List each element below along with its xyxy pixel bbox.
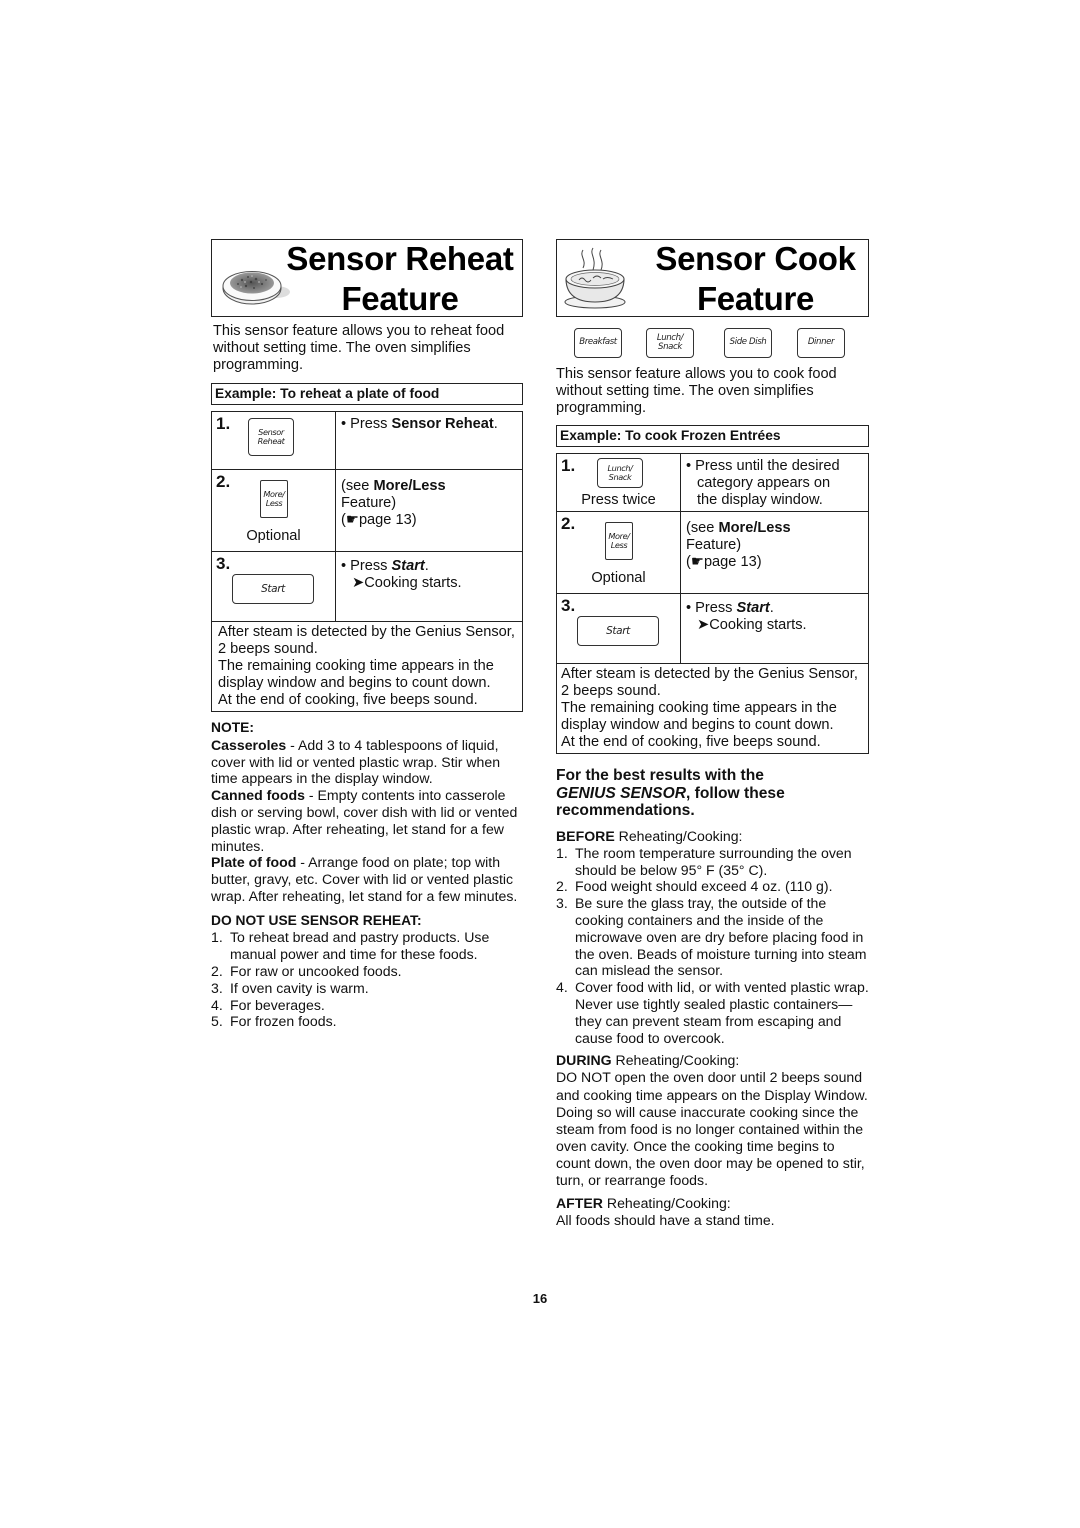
step-number: 3. xyxy=(561,596,576,616)
during-heading: DURING Reheating/Cooking: xyxy=(556,1052,740,1069)
step-number: 1. xyxy=(216,414,231,434)
lunch-snack-key[interactable]: Lunch/Snack xyxy=(597,458,643,489)
press-twice-label: Press twice xyxy=(581,492,656,509)
example-heading: Example: To reheat a plate of food xyxy=(211,383,523,406)
more-less-key[interactable]: More/Less xyxy=(260,480,288,519)
note-item: Plate of food - Arrange food on plate; t… xyxy=(211,854,518,904)
step-number: 3. xyxy=(216,554,231,574)
example-heading: Example: To cook Frozen Entrées xyxy=(556,425,869,448)
start-key[interactable]: Start xyxy=(232,574,314,605)
list-item: 1. To reheat bread and pastry products. U… xyxy=(211,929,490,963)
more-less-key[interactable]: More/Less xyxy=(605,522,633,561)
step-instruction: • Press Sensor Reheat. xyxy=(335,411,523,471)
title-line-2: Feature xyxy=(696,280,815,317)
steps-table: 1. Lunch/Snack Press twice • Press until… xyxy=(556,453,869,754)
step-number: 2. xyxy=(216,472,231,492)
during-text: DO NOT open the oven door until 2 beeps … xyxy=(556,1069,868,1189)
steaming-bowl-icon xyxy=(564,247,626,309)
step-instruction: (see More/Less Feature) (☛page 13) xyxy=(335,469,523,553)
sensor-cook-section: Sensor Cook Feature Breakfast Lunch/Snac… xyxy=(556,239,869,1229)
after-steam-row: After steam is detected by the Genius Se… xyxy=(556,663,869,754)
page-reference-link[interactable]: (☛page 13) xyxy=(341,512,518,529)
after-text: All foods should have a stand time. xyxy=(556,1212,775,1229)
note-item: Casseroles - Add 3 to 4 tablespoons of l… xyxy=(211,736,501,787)
sensor-cook-title: Sensor Cook Feature xyxy=(649,239,862,319)
list-item: 2. Food weight should exceed 4 oz. (110 g… xyxy=(556,878,833,895)
sensor-reheat-title: Sensor Reheat Feature xyxy=(284,239,516,319)
breakfast-key[interactable]: Breakfast xyxy=(574,328,622,358)
step-row-3: 3. Start • Press Start. ➤Cooking starts. xyxy=(211,551,523,623)
step-row-3: 3. Start • Press Start. ➤Cooking starts. xyxy=(556,593,869,665)
do-not-use-heading: DO NOT USE SENSOR REHEAT: xyxy=(211,912,422,928)
sensor-reheat-intro: This sensor feature allows you to reheat… xyxy=(213,323,505,373)
step-row-2: 2. More/Less Optional (see More/Less Fea… xyxy=(556,511,869,595)
list-item: 4. Cover food with lid, or with vented pl… xyxy=(556,979,869,1046)
step-instruction: • Press until the desired category appea… xyxy=(680,453,869,513)
recommendations: BEFORE Reheating/Cooking: 1. The room tem… xyxy=(556,828,869,1230)
title-line-2: Feature xyxy=(341,280,459,317)
list-item: 5. For frozen foods. xyxy=(211,1013,337,1030)
page-number: 16 xyxy=(532,1291,548,1306)
step-number: 1. xyxy=(561,456,576,476)
note-item: Canned foods - Empty contents into casse… xyxy=(211,787,518,854)
title-line-1: Sensor Reheat xyxy=(286,240,514,277)
step-instruction: • Press Start. ➤Cooking starts. xyxy=(335,551,523,623)
before-list: 1. The room temperature surrounding the o… xyxy=(556,845,869,1047)
steps-table: 1. Sensor Reheat • Press Sensor Reheat. 2… xyxy=(211,411,523,712)
lunch-snack-key[interactable]: Lunch/Snack xyxy=(646,328,694,358)
best-results-heading: For the best results with the GENIUS SEN… xyxy=(556,766,785,820)
after-steam-row: After steam is detected by the Genius Se… xyxy=(211,621,523,712)
before-heading: BEFORE Reheating/Cooking: xyxy=(556,827,743,844)
list-item: 2. For raw or uncooked foods. xyxy=(211,963,402,980)
sensor-reheat-key[interactable]: Sensor Reheat xyxy=(248,418,294,457)
step-number: 2. xyxy=(561,514,576,534)
optional-label: Optional xyxy=(246,528,301,545)
note-section: NOTE: Casseroles - Add 3 to 4 tablespoon… xyxy=(211,720,523,1030)
page-reference-link[interactable]: (☛page 13) xyxy=(686,554,864,571)
side-dish-key[interactable]: Side Dish xyxy=(724,328,772,358)
step-instruction: (see More/Less Feature) (☛page 13) xyxy=(680,511,869,595)
step-row-1: 1. Lunch/Snack Press twice • Press until… xyxy=(556,453,869,513)
step-row-2: 2. More/Less Optional (see More/Less Fea… xyxy=(211,469,523,553)
start-key[interactable]: Start xyxy=(577,616,659,647)
step-row-1: 1. Sensor Reheat • Press Sensor Reheat. xyxy=(211,411,523,471)
dinner-key[interactable]: Dinner xyxy=(797,328,845,358)
sensor-cook-title-box: Sensor Cook Feature xyxy=(556,239,869,317)
optional-label: Optional xyxy=(591,570,646,587)
step-instruction: • Press Start. ➤Cooking starts. xyxy=(680,593,869,665)
list-item: 3. Be sure the glass tray, the outside of… xyxy=(556,895,867,979)
list-item: 1. The room temperature surrounding the o… xyxy=(556,844,852,878)
list-item: 3. If oven cavity is warm. xyxy=(211,979,369,996)
sensor-reheat-title-box: Sensor Reheat Feature xyxy=(211,239,523,317)
sensor-reheat-section: Sensor Reheat Feature This sensor featur… xyxy=(211,239,523,1030)
list-item: 4. For beverages. xyxy=(211,996,325,1013)
do-not-use-list: 1. To reheat bread and pastry products. U… xyxy=(211,929,523,1030)
after-heading: AFTER Reheating/Cooking: xyxy=(556,1195,731,1212)
title-line-1: Sensor Cook xyxy=(655,240,856,277)
category-pads: Breakfast Lunch/Snack Side Dish Dinner xyxy=(556,328,869,374)
